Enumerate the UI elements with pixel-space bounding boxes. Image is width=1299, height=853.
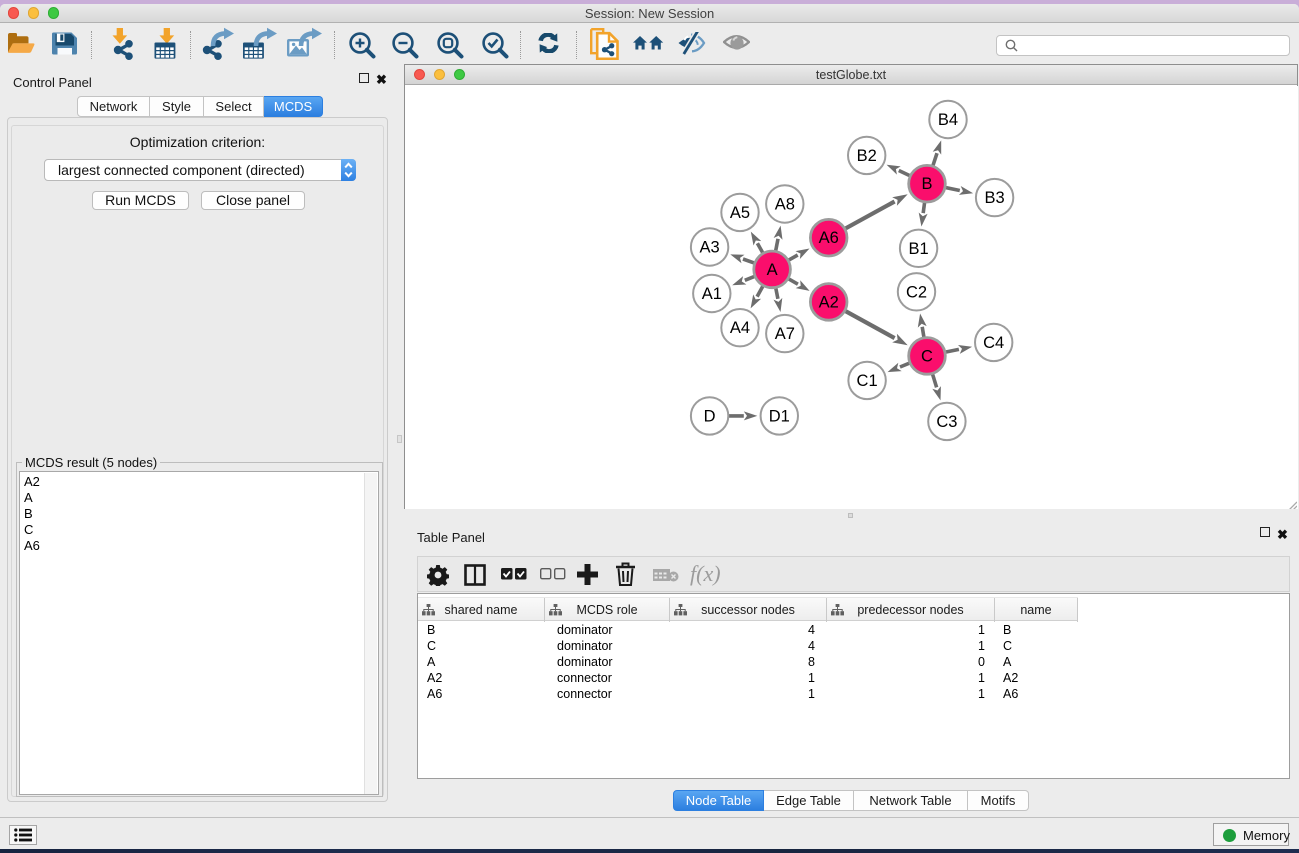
svg-text:A3: A3 (700, 239, 720, 257)
svg-text:A4: A4 (730, 319, 750, 337)
svg-text:B2: B2 (857, 147, 877, 165)
svg-text:C1: C1 (857, 372, 878, 390)
svg-text:A1: A1 (702, 285, 722, 303)
svg-text:A7: A7 (775, 325, 795, 343)
svg-text:B: B (921, 175, 932, 193)
svg-text:B3: B3 (985, 189, 1005, 207)
svg-text:A6: A6 (819, 229, 839, 247)
svg-text:C3: C3 (936, 413, 957, 431)
svg-text:C: C (921, 347, 933, 365)
svg-text:A8: A8 (775, 196, 795, 214)
svg-text:B4: B4 (938, 111, 958, 129)
svg-text:A5: A5 (730, 204, 750, 222)
svg-text:C2: C2 (906, 283, 927, 301)
svg-text:A2: A2 (819, 293, 839, 311)
svg-text:C4: C4 (983, 334, 1004, 352)
svg-text:A: A (767, 261, 778, 279)
svg-text:B1: B1 (909, 240, 929, 258)
svg-text:D1: D1 (769, 407, 790, 425)
svg-text:D: D (704, 407, 716, 425)
